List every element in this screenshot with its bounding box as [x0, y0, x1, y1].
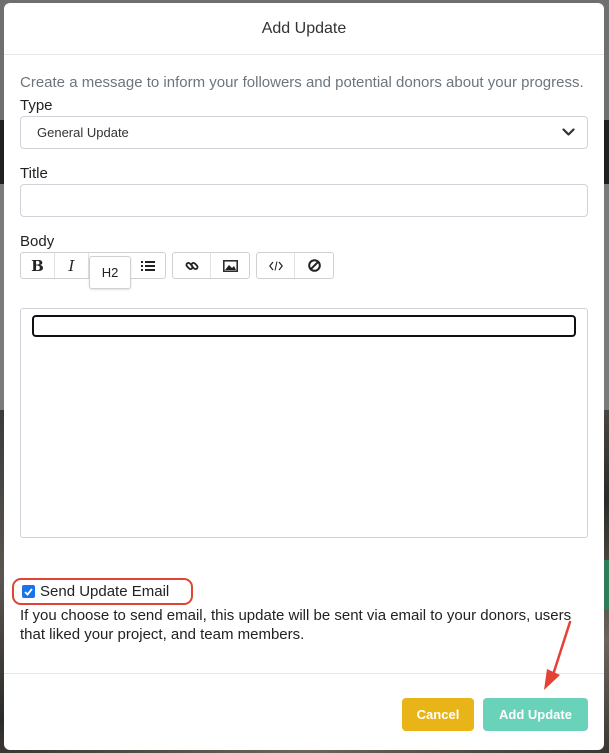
- modal-title: Add Update: [261, 19, 347, 37]
- type-select[interactable]: General Update: [20, 116, 588, 149]
- image-icon: [222, 259, 238, 272]
- toolbar-group-insert: [172, 252, 250, 279]
- checkmark-icon: [24, 587, 33, 596]
- modal-footer: Cancel Add Update: [4, 673, 604, 750]
- body-label: Body: [20, 233, 55, 250]
- list-icon: [141, 260, 155, 271]
- title-label: Title: [20, 165, 48, 182]
- intro-text: Create a message to inform your follower…: [20, 74, 584, 91]
- italic-button[interactable]: I: [55, 253, 89, 278]
- type-label: Type: [20, 97, 53, 114]
- code-button[interactable]: [257, 253, 295, 278]
- link-icon: [185, 261, 198, 270]
- add-update-modal: Add Update Create a message to inform yo…: [4, 3, 604, 750]
- image-button[interactable]: [211, 253, 249, 278]
- toolbar-group-misc: [256, 252, 334, 279]
- toolbar-group-text: B I H2: [20, 252, 166, 289]
- modal-body: Create a message to inform your follower…: [4, 55, 604, 538]
- bold-button[interactable]: B: [21, 253, 55, 278]
- chevron-down-icon: [561, 126, 575, 140]
- list-button[interactable]: [131, 253, 165, 278]
- clear-format-icon: [307, 259, 321, 272]
- editor-toolbar: B I H2: [20, 252, 588, 289]
- send-email-checkbox[interactable]: [22, 585, 35, 598]
- code-icon: [268, 260, 283, 271]
- send-email-label: Send Update Email: [40, 583, 170, 600]
- title-input[interactable]: [20, 184, 588, 217]
- link-button[interactable]: [173, 253, 211, 278]
- send-email-option[interactable]: Send Update Email: [12, 578, 193, 605]
- modal-header: Add Update: [4, 3, 604, 55]
- clear-format-button[interactable]: [295, 253, 333, 278]
- cancel-button[interactable]: Cancel: [402, 698, 474, 731]
- pointer-arrow-icon: [544, 620, 572, 690]
- type-select-value: General Update: [37, 125, 129, 140]
- heading-button[interactable]: H2: [89, 256, 131, 289]
- editor-text-line[interactable]: [32, 315, 576, 337]
- send-email-help: If you choose to send email, this update…: [20, 607, 572, 643]
- body-editor[interactable]: [20, 308, 588, 538]
